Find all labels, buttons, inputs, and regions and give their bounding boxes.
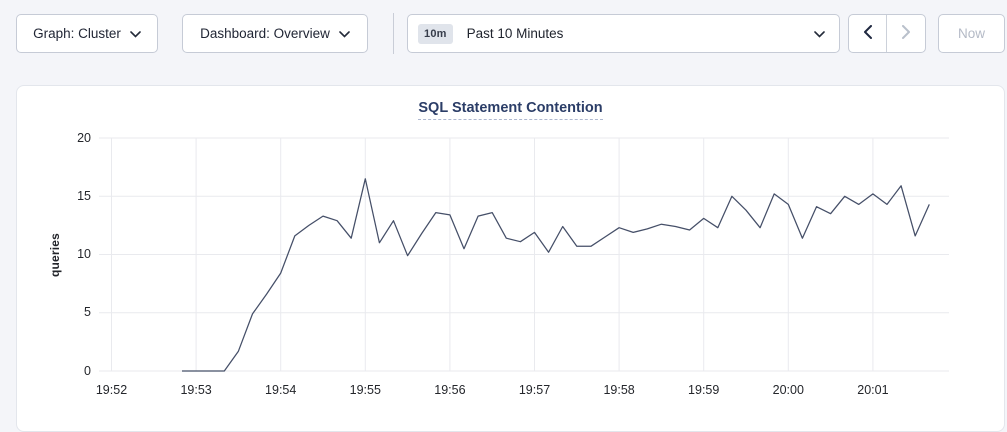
previous-time-button[interactable] [849, 15, 887, 52]
x-tick-label: 19:58 [603, 382, 634, 398]
x-tick-label: 19:57 [519, 382, 550, 398]
y-tick-label: 20 [17, 131, 91, 146]
y-tick-label: 0 [17, 364, 91, 379]
y-tick-label: 5 [17, 305, 91, 320]
now-button[interactable]: Now [938, 14, 1005, 53]
chart-title-row: SQL Statement Contention [17, 99, 1004, 120]
x-tick-label: 20:01 [857, 382, 888, 398]
x-tick-label: 19:52 [96, 382, 127, 398]
x-tick-label: 19:56 [434, 382, 465, 398]
x-tick-label: 19:54 [265, 382, 296, 398]
chevron-down-icon [814, 26, 825, 41]
chevron-down-icon [339, 26, 350, 41]
time-range-picker[interactable]: 10m Past 10 Minutes [407, 14, 840, 53]
y-tick-label: 15 [17, 189, 91, 204]
time-step-button-group [848, 14, 926, 53]
chevron-down-icon [130, 26, 141, 41]
chevron-left-icon [863, 25, 872, 42]
x-axis-ticks: 19:52 19:53 19:54 19:55 19:56 19:57 19:58 19:59… [99, 382, 949, 398]
graph-dropdown-label: Graph: Cluster [33, 26, 121, 41]
next-time-button[interactable] [887, 15, 925, 52]
time-range-badge: 10m [418, 24, 453, 44]
chevron-right-icon [902, 25, 911, 42]
toolbar-divider [393, 13, 394, 54]
chart-card: SQL Statement Contention queries 0510152… [16, 85, 1005, 432]
time-range-label: Past 10 Minutes [467, 26, 564, 41]
x-tick-label: 19:59 [688, 382, 719, 398]
now-button-label: Now [958, 26, 985, 41]
x-tick-label: 20:00 [773, 382, 804, 398]
graph-dropdown[interactable]: Graph: Cluster [16, 14, 158, 53]
x-tick-label: 19:53 [180, 382, 211, 398]
x-tick-label: 19:55 [350, 382, 381, 398]
dashboard-dropdown[interactable]: Dashboard: Overview [182, 14, 368, 53]
chart-title[interactable]: SQL Statement Contention [418, 100, 602, 120]
y-tick-label: 10 [17, 247, 91, 262]
y-axis-ticks: 05101520 [17, 138, 91, 371]
sql-contention-line-chart[interactable] [99, 138, 949, 371]
dashboard-dropdown-label: Dashboard: Overview [200, 26, 330, 41]
